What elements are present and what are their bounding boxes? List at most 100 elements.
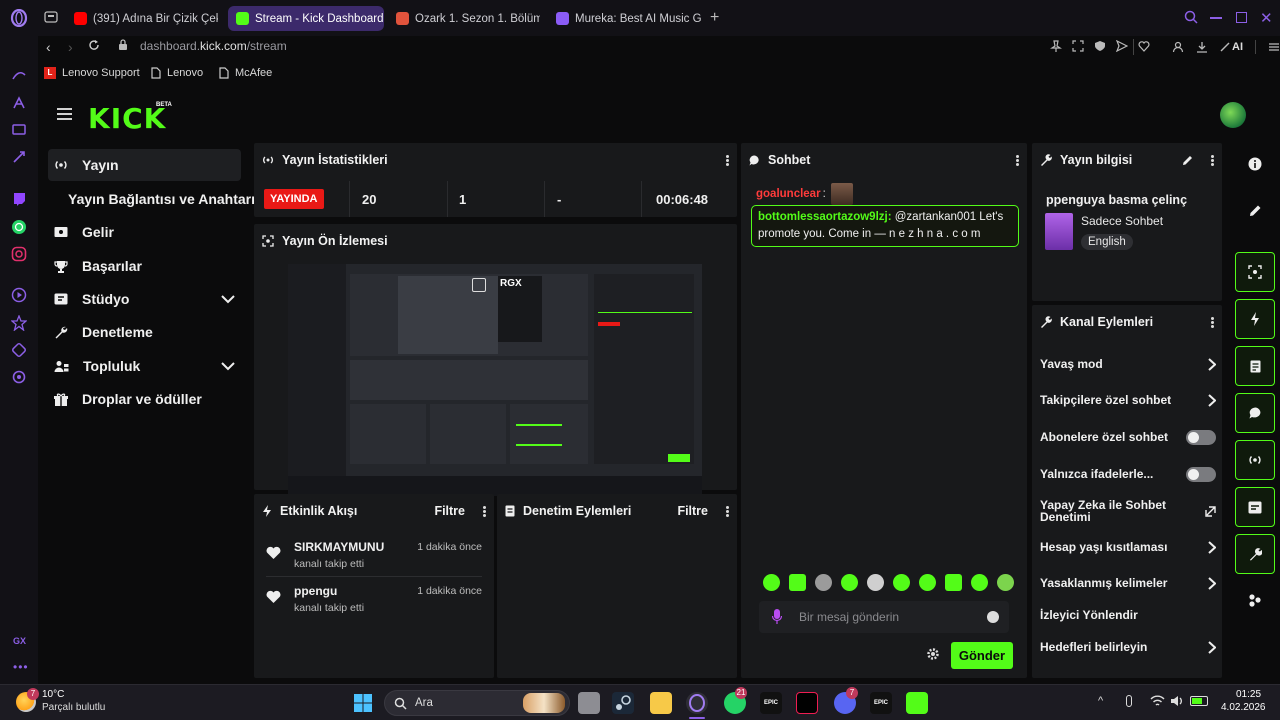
more-icon[interactable]: ••• (13, 660, 29, 674)
emote-icon[interactable] (815, 574, 832, 591)
chat-input[interactable]: Bir mesaj gönderin (759, 601, 1009, 633)
nav-denetleme[interactable]: Denetleme (48, 316, 241, 348)
tiktok-icon[interactable] (796, 692, 818, 714)
activity-user[interactable]: ppengu (294, 584, 337, 598)
nav-topluluk[interactable]: Topluluk (48, 350, 241, 382)
forward-button[interactable]: › (68, 39, 73, 55)
opera-logo-icon[interactable] (10, 9, 28, 27)
more-options-icon[interactable] (1211, 316, 1214, 328)
emote-icon[interactable] (945, 574, 962, 591)
tray-chevron-icon[interactable]: ^ (1098, 695, 1103, 707)
shield-icon[interactable] (1094, 40, 1106, 52)
subscribers-only-toggle[interactable] (1186, 429, 1216, 445)
more-options-icon[interactable] (483, 505, 486, 517)
emote-icon[interactable] (789, 574, 806, 591)
new-tab-button[interactable]: + (710, 9, 719, 27)
task-view-icon[interactable] (578, 692, 600, 714)
more-options-icon[interactable] (726, 154, 729, 166)
category-thumbnail[interactable] (1045, 213, 1073, 250)
maximize-button[interactable] (1236, 12, 1247, 23)
tab-menu-icon[interactable] (44, 11, 58, 23)
action-banned-words[interactable]: Yasaklanmış kelimeler (1040, 572, 1216, 594)
action-host-channel[interactable]: İzleyici Yönlendir (1040, 604, 1216, 626)
emote-icon[interactable] (763, 574, 780, 591)
twitch-icon[interactable] (10, 190, 28, 208)
stream-preview-video[interactable]: RGX (288, 264, 702, 496)
steam-icon[interactable] (612, 692, 634, 714)
nav-gelir[interactable]: Gelir (48, 216, 241, 248)
minimize-button[interactable] (1210, 17, 1222, 19)
nav-stream-key[interactable]: Yayın Bağlantısı ve Anahtarı (48, 183, 268, 215)
download-icon[interactable] (1196, 41, 1208, 53)
chevron-down-icon[interactable] (221, 361, 235, 371)
chevron-down-icon[interactable] (221, 294, 235, 304)
tab-kick-dashboard[interactable]: Stream - Kick Dashboard (228, 6, 384, 31)
action-slow-mode[interactable]: Yavaş mod (1040, 353, 1216, 375)
avatar[interactable] (1220, 102, 1246, 128)
clock-time[interactable]: 01:25 (1236, 689, 1261, 700)
stream-category[interactable]: Sadece Sohbet (1081, 214, 1163, 228)
rocket-icon[interactable] (10, 148, 28, 166)
pinboard-icon[interactable] (10, 341, 28, 359)
hamburger-menu-icon[interactable] (57, 108, 72, 120)
more-options-icon[interactable] (1211, 154, 1214, 166)
more-options-icon[interactable] (1016, 154, 1019, 166)
action-ai-moderation[interactable]: Yapay Zeka ile Sohbet Denetimi (1040, 495, 1216, 527)
menu-lines-icon[interactable] (1268, 41, 1280, 53)
player-icon[interactable] (10, 286, 28, 304)
nav-yayin[interactable]: Yayın (48, 149, 241, 181)
ai-button[interactable]: AI (1220, 41, 1243, 53)
quick-stream-info-button[interactable] (1235, 487, 1275, 527)
twitch-panel-icon[interactable] (10, 121, 28, 139)
tab-youtube[interactable]: (391) Adına Bir Çizik Çektir (66, 6, 218, 31)
profile-icon[interactable] (1172, 41, 1184, 53)
quick-channel-actions-button[interactable] (1235, 534, 1275, 574)
chat-username[interactable]: bottomlessaortazow9lzj (758, 211, 888, 223)
send-icon[interactable] (1116, 40, 1128, 52)
nav-basarilar[interactable]: Başarılar (48, 250, 241, 282)
crypto-icon[interactable] (10, 314, 28, 332)
aria-icon[interactable] (10, 66, 28, 84)
search-tabs-icon[interactable] (1184, 10, 1198, 24)
nav-studyo[interactable]: Stüdyo (48, 283, 241, 315)
action-followers-only[interactable]: Takipçilere özel sohbet (1040, 389, 1216, 411)
moderation-filter-button[interactable]: Filtre (677, 504, 708, 518)
url-field[interactable]: dashboard.kick.com/stream (140, 39, 287, 53)
microphone-icon[interactable] (772, 609, 782, 625)
tab-ozark[interactable]: Ozark 1. Sezon 1. Bölüm iz (388, 6, 540, 31)
quick-activity-button[interactable] (1235, 299, 1275, 339)
emote-icon[interactable] (841, 574, 858, 591)
weather-temp[interactable]: 10°C (42, 689, 64, 700)
microphone-tray-icon[interactable] (1126, 695, 1132, 707)
pin-icon[interactable] (1050, 40, 1062, 52)
emote-icon[interactable] (971, 574, 988, 591)
edit-layout-button[interactable] (1235, 190, 1275, 230)
emoji-icon[interactable] (987, 611, 999, 623)
whatsapp-icon[interactable] (10, 218, 28, 236)
chat-username[interactable]: goalunclear (756, 186, 821, 203)
kick-logo[interactable]: KICK (88, 102, 166, 135)
quick-chat-button[interactable] (1235, 393, 1275, 433)
battery-icon[interactable] (1190, 696, 1208, 706)
volume-icon[interactable] (1170, 695, 1184, 707)
settings-icon[interactable] (10, 368, 28, 386)
quick-moderation-button[interactable] (1235, 346, 1275, 386)
tab-mureka[interactable]: Mureka: Best AI Music Gen (548, 6, 702, 31)
emote-icon[interactable] (867, 574, 884, 591)
taskbar-search[interactable]: Ara (384, 690, 570, 716)
action-set-goals[interactable]: Hedefleri belirleyin (1040, 636, 1216, 658)
wifi-icon[interactable] (1150, 695, 1165, 707)
file-explorer-icon[interactable] (650, 692, 672, 714)
activity-filter-button[interactable]: Filtre (434, 504, 465, 518)
heart-outline-icon[interactable] (1138, 40, 1150, 52)
action-account-age[interactable]: Hesap yaşı kısıtlaması (1040, 536, 1216, 558)
popout-icon[interactable] (472, 278, 486, 292)
kick-app-icon[interactable] (906, 692, 928, 714)
integrations-button[interactable] (1235, 580, 1275, 620)
epic-games-icon-2[interactable]: EPIC (870, 692, 892, 714)
quick-preview-button[interactable] (1235, 252, 1275, 292)
bookmark-mcafee[interactable]: McAfee (219, 67, 272, 79)
start-button[interactable] (352, 692, 374, 714)
quick-stats-button[interactable] (1235, 440, 1275, 480)
emote-icon[interactable] (893, 574, 910, 591)
